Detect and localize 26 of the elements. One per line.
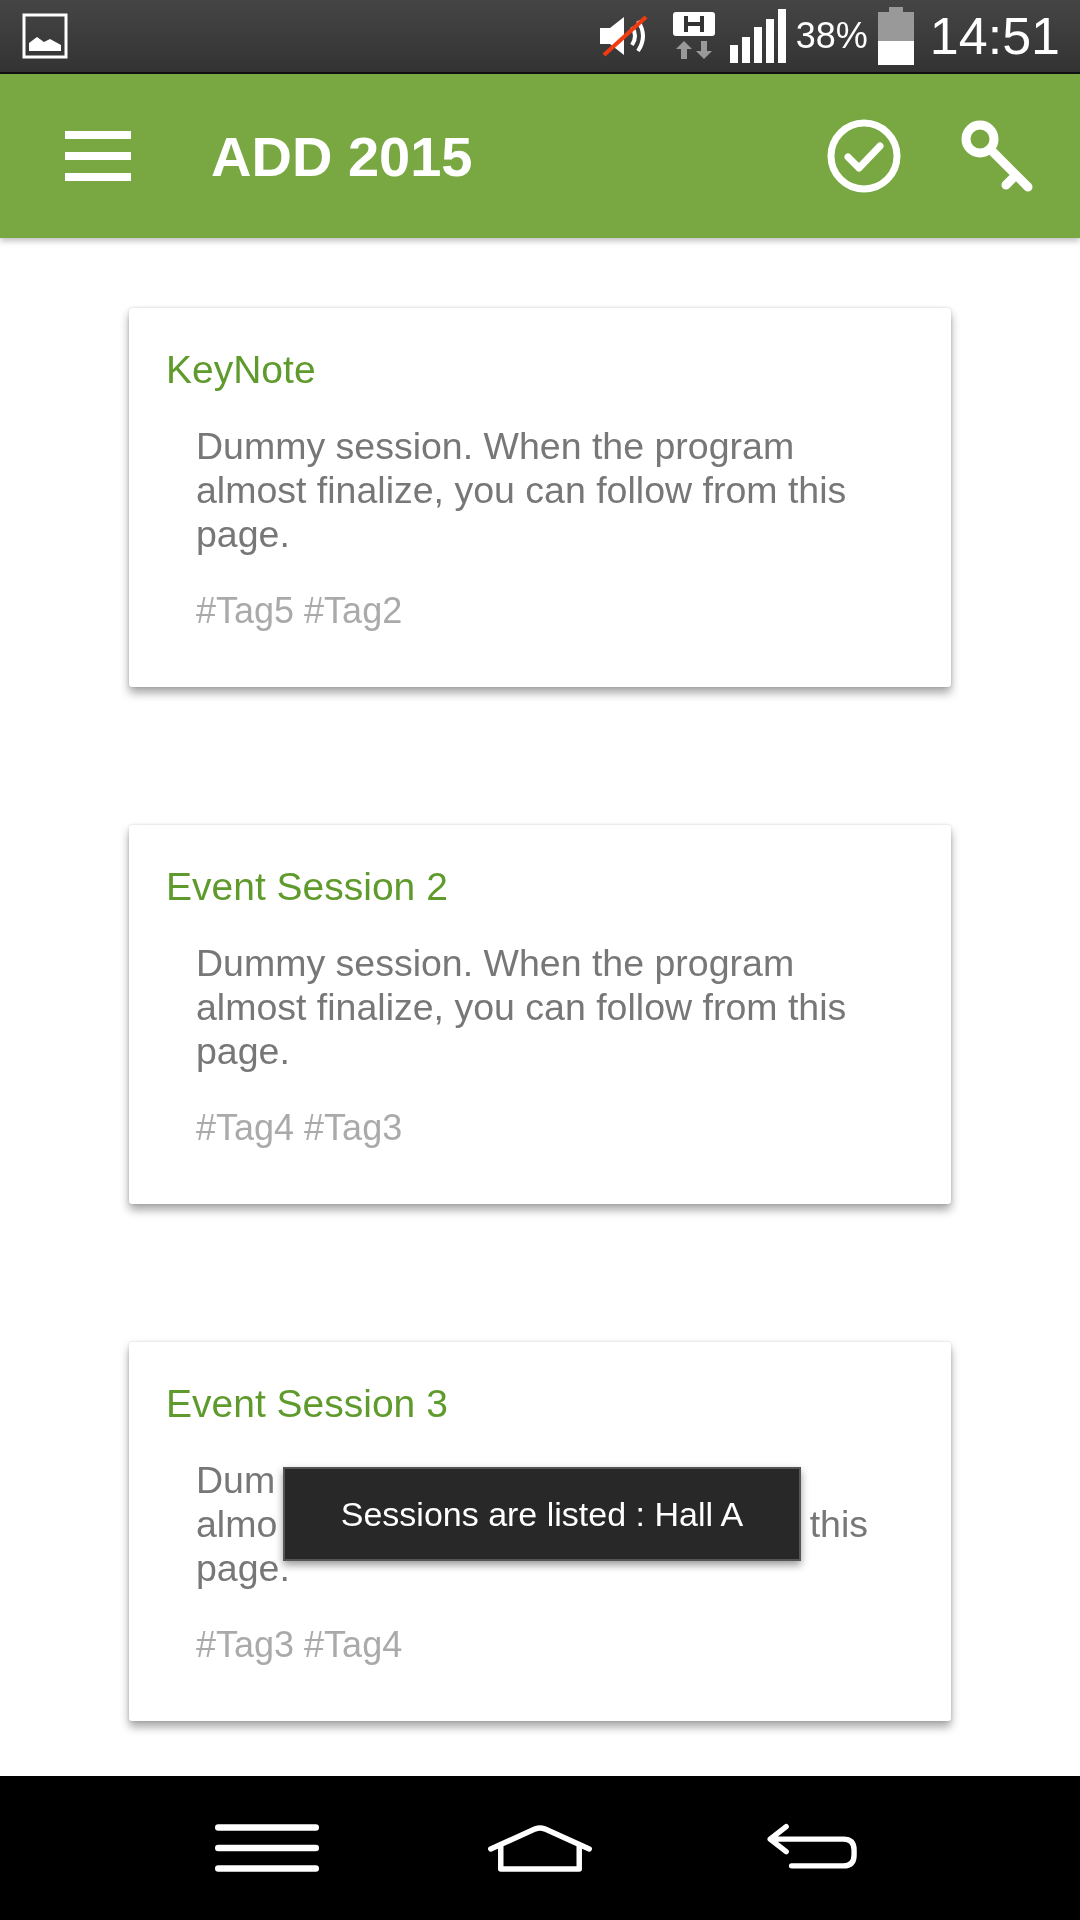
session-description: Dummy session. When the program almost finalize, you can follow from this page. bbox=[196, 424, 848, 556]
session-tags: #Tag4 #Tag3 bbox=[196, 1107, 403, 1149]
key-icon[interactable] bbox=[960, 119, 1034, 193]
check-circle-icon[interactable] bbox=[826, 118, 902, 194]
signal-icon bbox=[729, 9, 786, 63]
session-tags: #Tag5 #Tag2 bbox=[196, 590, 403, 632]
session-description: this bbox=[809, 1502, 868, 1546]
home-icon[interactable] bbox=[488, 1823, 592, 1873]
session-description: Dummy session. When the program almost finalize, you can follow from this page. bbox=[196, 941, 848, 1073]
session-title: Event Session 3 bbox=[166, 1382, 448, 1426]
session-card[interactable]: Event Session 3 Sessions are listed : Hall A Dum almo this page. #Tag3 #Tag4 bbox=[129, 1342, 951, 1721]
session-description: almo bbox=[196, 1502, 278, 1546]
battery-icon bbox=[877, 7, 914, 65]
session-tags: #Tag3 #Tag4 bbox=[196, 1624, 403, 1666]
network-h-icon bbox=[671, 11, 716, 61]
session-card[interactable]: Event Session 2 Dummy session. When the program almost finalize, you can follow from this page. #Tag4 #Tag3 bbox=[129, 825, 951, 1204]
battery-percent: 38% bbox=[795, 15, 868, 57]
app-title: ADD 2015 bbox=[211, 123, 474, 189]
toast: Sessions are listed : Hall A bbox=[283, 1467, 801, 1561]
clock: 14:51 bbox=[929, 6, 1060, 66]
session-card[interactable]: KeyNote Dummy session. When the program almost finalize, you can follow from this page. #Tag5 #Tag2 bbox=[129, 308, 951, 687]
session-title: KeyNote bbox=[166, 348, 316, 392]
session-description: Dum bbox=[196, 1458, 276, 1502]
image-icon bbox=[22, 13, 68, 59]
session-title: Event Session 2 bbox=[166, 865, 448, 909]
menu-icon[interactable] bbox=[214, 1823, 319, 1873]
